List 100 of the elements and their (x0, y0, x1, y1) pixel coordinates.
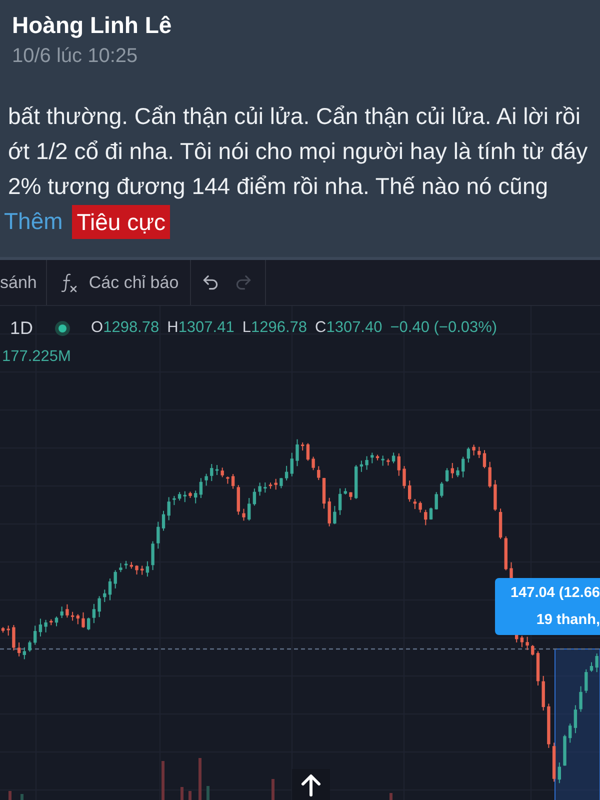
volume-value: 177.225M (1, 348, 71, 366)
up-candle (579, 686, 582, 712)
up-candle (210, 464, 214, 482)
down-candle (322, 477, 326, 510)
indicators-button[interactable]: Các chỉ báo (46, 260, 190, 305)
down-candle (17, 642, 21, 657)
ohlc-value: O1298.78 (91, 319, 160, 337)
down-candle (526, 636, 529, 650)
up-candle (248, 498, 251, 522)
down-candle (130, 561, 133, 570)
see-more-link[interactable]: Thêm (4, 208, 63, 235)
down-candle (482, 450, 486, 469)
compare-button[interactable]: sánh (0, 260, 46, 305)
up-candle (252, 488, 256, 506)
up-candle (429, 507, 433, 520)
up-candle (215, 464, 219, 476)
down-candle (226, 476, 230, 484)
up-candle (296, 438, 299, 467)
up-candle (462, 456, 465, 478)
up-candle (445, 468, 449, 482)
down-candle (413, 498, 417, 510)
up-candle (151, 540, 154, 571)
up-candle (98, 596, 101, 618)
down-candle (376, 454, 380, 461)
up-candle (568, 723, 572, 744)
up-candle (183, 490, 186, 503)
volume-bar (206, 786, 210, 800)
down-candle (397, 452, 400, 476)
down-candle (424, 509, 428, 526)
up-candle (119, 562, 122, 573)
down-candle (268, 482, 272, 490)
down-candle (6, 625, 10, 636)
up-candle (264, 482, 267, 494)
up-candle (590, 662, 594, 672)
up-candle (199, 478, 203, 498)
up-candle (558, 762, 561, 784)
up-arrow-icon[interactable] (292, 769, 330, 800)
volume-bar (272, 779, 274, 800)
up-candle (440, 481, 444, 498)
down-candle (135, 564, 138, 575)
measure-tooltip: 147.04 (12.66 19 thanh, (495, 578, 600, 635)
down-candle (66, 604, 69, 618)
down-candle (328, 497, 331, 527)
down-candle (498, 508, 502, 540)
up-candle (280, 477, 283, 489)
up-candle (584, 668, 588, 694)
up-candle (103, 589, 106, 603)
up-candle (172, 495, 176, 506)
down-candle (274, 478, 278, 490)
up-candle (167, 496, 170, 521)
up-candle (92, 603, 96, 624)
down-candle (82, 612, 85, 628)
volume-bar (8, 791, 12, 800)
up-candle (258, 482, 262, 496)
up-candle (344, 488, 347, 495)
up-candle (563, 734, 566, 766)
down-candle (536, 650, 540, 686)
up-candle (204, 473, 208, 486)
ohlc-value: H1307.41 (167, 319, 234, 337)
down-candle (450, 462, 454, 479)
down-candle (531, 644, 534, 656)
down-candle (547, 703, 550, 748)
undo-icon (200, 273, 220, 292)
down-candle (542, 675, 545, 711)
up-candle (370, 452, 374, 464)
up-candle (338, 488, 342, 516)
down-candle (76, 614, 80, 625)
up-candle (34, 625, 37, 646)
up-candle (456, 466, 460, 478)
up-candle (434, 492, 438, 510)
down-candle (488, 461, 492, 488)
up-candle (284, 465, 288, 481)
up-candle (574, 704, 578, 734)
up-candle (381, 455, 384, 466)
up-candle (114, 570, 117, 589)
volume-bar (188, 791, 192, 800)
down-candle (386, 458, 390, 466)
up-candle (156, 521, 160, 550)
down-candle (236, 484, 240, 516)
price-change: −0.40 (−0.03%) (390, 319, 498, 337)
up-candle (333, 505, 336, 525)
up-candle (44, 619, 48, 633)
sentiment-tag: Tiêu cực (72, 204, 170, 238)
down-candle (50, 618, 53, 626)
down-candle (408, 480, 412, 502)
down-candle (140, 565, 144, 576)
interval-label[interactable]: 1D (0, 318, 34, 338)
down-candle (70, 611, 74, 622)
ohlc-value: C1307.40 (315, 319, 382, 337)
down-candle (317, 466, 320, 481)
up-candle (54, 616, 58, 627)
volume-bar (180, 787, 184, 800)
up-candle (87, 617, 90, 631)
down-candle (494, 480, 497, 512)
down-candle (478, 446, 481, 459)
down-candle (472, 444, 476, 456)
down-candle (504, 536, 508, 571)
down-candle (312, 456, 315, 471)
redo-icon (234, 273, 253, 292)
volume-bar (198, 758, 202, 800)
